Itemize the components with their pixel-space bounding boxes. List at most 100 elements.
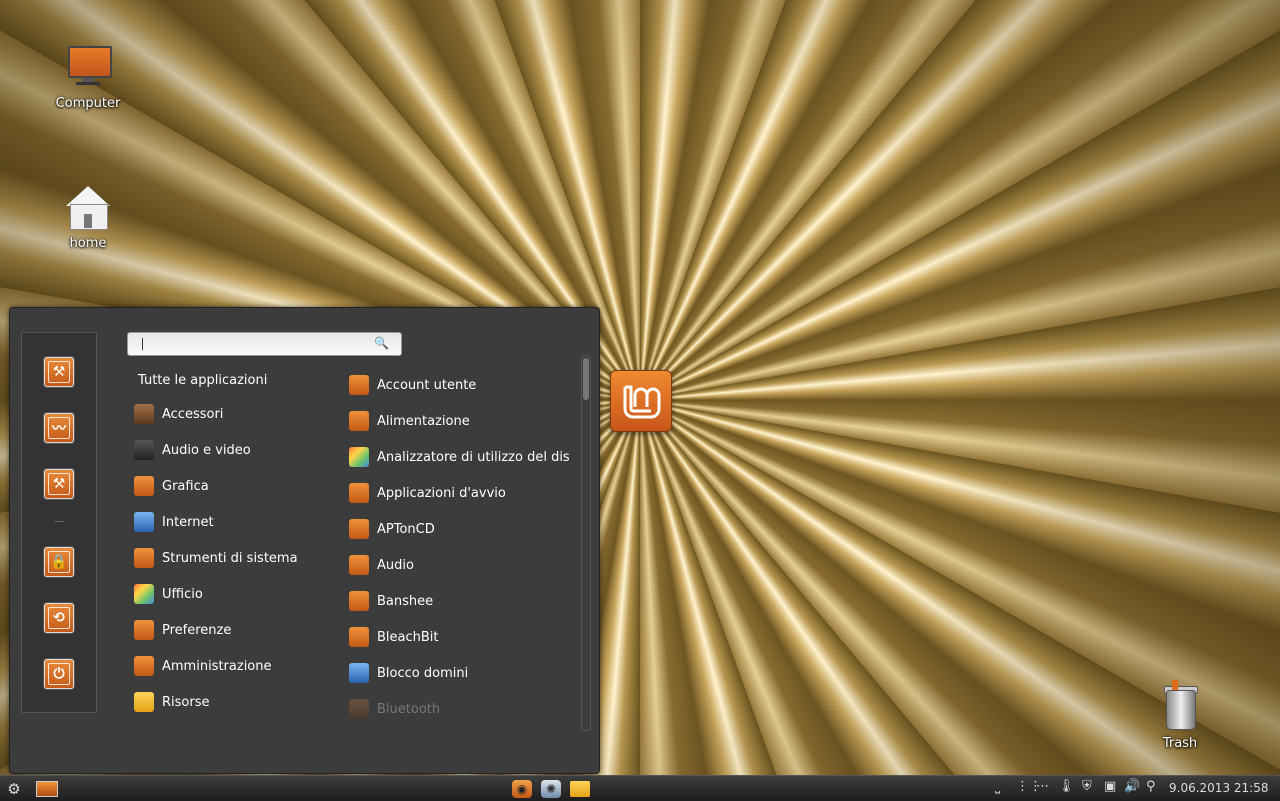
- desktop-icon-label: Trash: [1162, 736, 1198, 751]
- app-label: Analizzatore di utilizzo del dis: [377, 449, 570, 465]
- category-item[interactable]: Ufficio: [130, 576, 330, 612]
- app-item[interactable]: Account utente: [347, 367, 575, 403]
- category-label: Ufficio: [162, 586, 203, 602]
- gear-icon: ⚙: [7, 779, 21, 798]
- category-label: Grafica: [162, 478, 209, 494]
- graphics-icon: [134, 476, 154, 496]
- folder-icon: [134, 692, 154, 712]
- application-list: Account utente Alimentazione Analizzator…: [347, 367, 575, 727]
- system-tools-icon: ⚒: [48, 361, 70, 383]
- category-all-applications[interactable]: Tutte le applicazioni: [138, 373, 267, 388]
- banshee-icon: [349, 591, 369, 611]
- users-icon: [349, 375, 369, 395]
- temperature-icon[interactable]: 🌡: [1058, 779, 1075, 794]
- app-item[interactable]: Bluetooth: [347, 691, 575, 727]
- category-item[interactable]: Preferenze: [130, 612, 330, 648]
- desktop-icon-trash[interactable]: Trash: [1135, 680, 1225, 751]
- lock-screen-button[interactable]: 🔒: [44, 547, 74, 577]
- app-item[interactable]: Blocco domini: [347, 655, 575, 691]
- category-label: Accessori: [162, 406, 224, 422]
- app-item[interactable]: Applicazioni d'avvio: [347, 475, 575, 511]
- category-item[interactable]: Strumenti di sistema: [130, 540, 330, 576]
- app-item[interactable]: Alimentazione: [347, 403, 575, 439]
- clock[interactable]: 9.06.2013 21:58: [1169, 781, 1268, 795]
- category-item[interactable]: Accessori: [130, 396, 330, 432]
- app-item[interactable]: Audio: [347, 547, 575, 583]
- app-list-scrollbar[interactable]: [581, 355, 591, 731]
- logout-button[interactable]: ⟲: [44, 603, 74, 633]
- accessories-icon: [134, 404, 154, 424]
- desktop-icon-home[interactable]: home: [43, 184, 133, 251]
- show-desktop-icon: [36, 780, 58, 797]
- category-label: Audio e video: [162, 442, 251, 458]
- scrollbar-thumb[interactable]: [583, 358, 589, 400]
- category-item[interactable]: Risorse: [130, 684, 330, 720]
- administration-icon: [134, 656, 154, 676]
- app-item[interactable]: Banshee: [347, 583, 575, 619]
- show-desktop-button[interactable]: [35, 779, 59, 798]
- bluetooth-icon: [349, 699, 369, 719]
- app-item[interactable]: APTonCD: [347, 511, 575, 547]
- app-label: Alimentazione: [377, 413, 470, 429]
- startup-apps-icon: [349, 483, 369, 503]
- app-label: APTonCD: [377, 521, 435, 537]
- bottom-panel: ⚙ ◉ ✺ ⎵ ⋮⋮ ⋯ 🌡 ⛨ ▣ 🔊 ⚲ 9.06.2013 21:58: [0, 775, 1280, 801]
- category-label: Amministrazione: [162, 658, 272, 674]
- category-item[interactable]: Grafica: [130, 468, 330, 504]
- app-label: BleachBit: [377, 629, 439, 645]
- app-label: Account utente: [377, 377, 477, 393]
- trash-icon: [1156, 680, 1204, 732]
- audio-icon: [349, 555, 369, 575]
- launcher-file-manager[interactable]: [568, 779, 592, 798]
- more-icon[interactable]: ⋯: [1036, 779, 1049, 794]
- app-label: Banshee: [377, 593, 434, 609]
- category-label: Risorse: [162, 694, 210, 710]
- application-menu: ⚒ 〰 ⚒ 🔒 ⟲ ⏻ 🔍 Tutte le applicazioni Acce…: [9, 307, 600, 774]
- aptoncd-icon: [349, 519, 369, 539]
- system-tools-icon: ⚒: [48, 473, 70, 495]
- category-item[interactable]: Internet: [130, 504, 330, 540]
- desktop-icon-label: Computer: [55, 96, 121, 111]
- preferences-icon: [134, 620, 154, 640]
- shutdown-button[interactable]: ⏻: [44, 659, 74, 689]
- desktop-icon-computer[interactable]: Computer: [43, 44, 133, 111]
- app-item[interactable]: Analizzatore di utilizzo del dis: [347, 439, 575, 475]
- desktop-icon-label: home: [69, 236, 107, 251]
- system-tools-icon: [134, 548, 154, 568]
- network-icon[interactable]: ⚲: [1146, 779, 1156, 794]
- fav-system-monitor-button[interactable]: 〰: [44, 413, 74, 443]
- category-item[interactable]: Audio e video: [130, 432, 330, 468]
- search-input[interactable]: [136, 335, 370, 353]
- computer-icon: [64, 44, 112, 92]
- multimedia-icon: [134, 440, 154, 460]
- disk-usage-icon: [349, 447, 369, 467]
- category-label: Preferenze: [162, 622, 232, 638]
- screenshot-icon: ✺: [541, 779, 561, 798]
- shield-icon[interactable]: ⛨: [1082, 779, 1092, 794]
- launcher-eye-of-gnome[interactable]: ◉: [510, 779, 534, 798]
- app-item[interactable]: BleachBit: [347, 619, 575, 655]
- lock-icon: 🔒: [48, 551, 70, 573]
- app-label: Blocco domini: [377, 665, 469, 681]
- search-icon: 🔍: [374, 336, 389, 350]
- fav-system-tools-button-2[interactable]: ⚒: [44, 469, 74, 499]
- category-label: Strumenti di sistema: [162, 550, 298, 566]
- category-item[interactable]: Amministrazione: [130, 648, 330, 684]
- app-label: Bluetooth: [377, 701, 441, 717]
- volume-icon[interactable]: 🔊: [1124, 779, 1140, 794]
- clipboard-icon[interactable]: ▣: [1104, 779, 1116, 794]
- office-icon: [134, 584, 154, 604]
- favorites-separator: [54, 521, 64, 522]
- favorites-sidebar: ⚒ 〰 ⚒ 🔒 ⟲ ⏻: [21, 332, 97, 713]
- bleachbit-icon: [349, 627, 369, 647]
- app-label: Applicazioni d'avvio: [377, 485, 506, 501]
- keyboard-icon[interactable]: ⎵: [995, 779, 1000, 794]
- launcher-screenshot[interactable]: ✺: [539, 779, 563, 798]
- search-box: 🔍: [127, 332, 402, 356]
- fav-system-tools-button[interactable]: ⚒: [44, 357, 74, 387]
- image-viewer-icon: ◉: [512, 779, 532, 798]
- logout-icon: ⟲: [48, 607, 70, 629]
- home-folder-icon: [64, 184, 112, 232]
- menu-button[interactable]: ⚙: [4, 779, 24, 798]
- category-label: Internet: [162, 514, 214, 530]
